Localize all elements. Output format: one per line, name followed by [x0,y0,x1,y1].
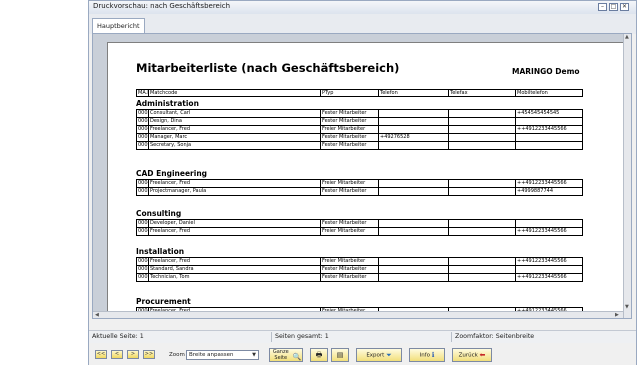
table-row: 0003Standard, SandraFester Mitarbeiter [136,265,583,274]
cell-matchcode: Technician, Tom [148,274,320,282]
group-title: CAD Engineering [136,169,208,178]
zoom-label: Zoom [169,352,185,358]
print-preview-window: Druckvorschau: nach Geschäftsbereich – □… [88,0,637,365]
table-row: 0007Technician, TomFester Mitarbeiter ++4… [136,273,583,282]
previous-page-button[interactable]: < [111,350,123,359]
back-label: Zurück [458,352,478,359]
cell-matchcode: Freelancer, Fred [148,228,320,236]
column-header-ptyp: PTyp [320,90,378,97]
cell-mobiltelefon [515,142,583,150]
next-page-button[interactable]: > [127,350,139,359]
whole-page-label: Ganze Seite [272,349,289,361]
cell-matchcode: Secretary, Sonja [148,142,320,150]
scroll-left-icon[interactable]: ◀ [95,312,99,318]
tab-hauptbericht[interactable]: Hauptbericht [92,18,145,33]
table-row: 0009Secretary, SonjaFester Mitarbeiter [136,141,583,150]
last-page-button[interactable]: >> [143,350,155,359]
maximize-button[interactable]: □ [609,3,618,11]
export-label: Export [366,352,385,359]
magnifier-icon: 🔍 [292,352,302,361]
cell-ptyp: Fester Mitarbeiter [320,142,378,150]
cell-mobiltelefon: ++4912233445566 [515,274,583,282]
zoom-factor-status: Zoomfaktor: Seitenbreite [455,333,535,340]
table-row: 0001Manager, MarcFester Mitarbeiter+4927… [136,133,583,142]
close-button[interactable]: ✕ [620,3,629,11]
preview-viewport: Mitarbeiterliste (nach Geschäftsbereich)… [92,33,632,319]
table-row: 0005Consultant, CarlFester Mitarbeiter+4… [136,109,583,118]
print-button[interactable]: 🖶 [310,348,328,362]
total-pages-status: Seiten gesamt: 1 [275,333,329,340]
cell-ptyp: Freier Mitarbeiter [320,228,378,236]
cell-telefon [378,188,448,196]
back-arrow-icon: ⬅ [479,351,486,359]
cell-ma-nr: 0004 [136,228,148,236]
column-header-mobiltelefon: Mobiltelefon [515,90,583,97]
group-title: Procurement [136,297,191,306]
info-icon: ℹ [431,351,435,359]
table-row: 0004Freelancer, FredFreier Mitarbeiter++… [136,179,583,188]
table-row: 0004Freelancer, FredFreier Mitarbeiter++… [136,125,583,134]
status-divider [451,332,452,342]
export-button[interactable]: Export ⏷ [356,348,402,362]
cell-ma-nr: 0009 [136,142,148,150]
group-title: Consulting [136,209,182,218]
table-row: 0008Design, DinaFester Mitarbeiter [136,117,583,126]
column-header-ma-nr: MA.Nr. [136,90,148,97]
cell-telefax [448,274,515,282]
cell-telefon [378,228,448,236]
cell-matchcode: Projectmanager, Paula [148,188,320,196]
status-bar: Aktuelle Seite: 1 Seiten gesamt: 1 Zoomf… [89,330,636,344]
column-header-row: MA.Nr. Matchcode PTyp Telefon Telefax Mo… [136,89,583,97]
whole-page-button[interactable]: Ganze Seite 🔍 [269,348,303,362]
zoom-select[interactable]: Breite anpassen ▼ [186,350,259,360]
first-page-button[interactable]: << [95,350,107,359]
vertical-scrollbar[interactable]: ▲ ▼ [623,34,631,318]
export-funnel-icon: ⏷ [386,351,392,359]
table-row: 0006Developer, DanielFester Mitarbeiter [136,219,583,228]
report-page: Mitarbeiterliste (nach Geschäftsbereich)… [107,42,624,318]
current-page-status: Aktuelle Seite: 1 [92,333,144,340]
back-button[interactable]: Zurück ⬅ [452,348,492,362]
group-title: Administration [136,99,199,108]
zoom-select-value: Breite anpassen [189,352,234,358]
column-header-matchcode: Matchcode [148,90,320,97]
horizontal-scrollbar[interactable]: ◀ ▶ [93,311,623,318]
cell-telefax [448,142,515,150]
group-title: Installation [136,247,185,256]
info-button[interactable]: Info ℹ [409,348,445,362]
status-divider [271,332,272,342]
table-row: 0002Projectmanager, PaulaFester Mitarbei… [136,187,583,196]
cell-telefon [378,142,448,150]
print-setup-icon: ▤ [336,351,344,359]
company-name: MARINGO Demo [512,67,580,76]
column-header-telefax: Telefax [448,90,515,97]
scroll-up-icon[interactable]: ▲ [625,34,629,41]
cell-ma-nr: 0007 [136,274,148,282]
column-header-telefon: Telefon [378,90,448,97]
cell-ma-nr: 0002 [136,188,148,196]
cell-telefax [448,188,515,196]
preview-toolbar: << < > >> Zoom Breite anpassen ▼ Ganze S… [89,343,636,365]
report-title: Mitarbeiterliste (nach Geschäftsbereich) [136,61,400,75]
cell-ptyp: Fester Mitarbeiter [320,274,378,282]
cell-mobiltelefon: ++4912233445566 [515,228,583,236]
scroll-right-icon[interactable]: ▶ [615,312,619,318]
cell-ptyp: Fester Mitarbeiter [320,188,378,196]
chevron-down-icon: ▼ [252,352,256,358]
cell-telefon [378,274,448,282]
info-label: Info [419,352,430,359]
window-title: Druckvorschau: nach Geschäftsbereich [93,2,231,10]
print-icon: 🖶 [315,351,323,359]
cell-telefax [448,228,515,236]
title-bar: Druckvorschau: nach Geschäftsbereich – □… [89,1,636,15]
table-row: 0004Freelancer, FredFreier Mitarbeiter ++… [136,227,583,236]
minimize-button[interactable]: – [598,3,607,11]
cell-mobiltelefon: +4999887744 [515,188,583,196]
scroll-down-icon[interactable]: ▼ [625,304,629,311]
print-setup-button[interactable]: ▤ [331,348,349,362]
tab-bar: Hauptbericht [89,14,636,34]
table-row: 0004Freelancer, FredFreier Mitarbeiter++… [136,257,583,266]
